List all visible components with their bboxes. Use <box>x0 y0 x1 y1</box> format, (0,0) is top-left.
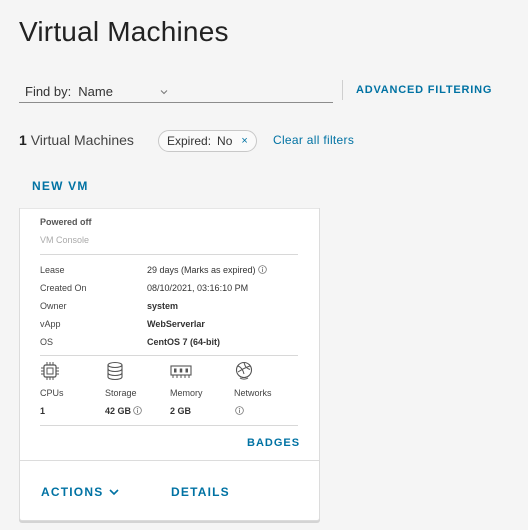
info-icon[interactable] <box>235 406 244 415</box>
lease-label: Lease <box>40 265 65 275</box>
resource-memory: Memory 2 GB <box>170 361 230 416</box>
os-value: CentOS 7 (64-bit) <box>147 337 221 347</box>
cpu-icon <box>41 362 59 380</box>
cpus-value: 1 <box>40 406 46 416</box>
memory-icon <box>170 365 192 378</box>
advanced-filtering-link[interactable]: ADVANCED FILTERING <box>356 84 492 96</box>
owner-value: system <box>147 301 179 311</box>
divider <box>40 355 298 356</box>
new-vm-button[interactable]: NEW VM <box>32 179 89 193</box>
resource-networks: Networks <box>234 361 294 416</box>
os-label: OS <box>40 337 54 347</box>
storage-label: Storage <box>105 388 137 398</box>
created-on-label: Created On <box>40 283 87 293</box>
clear-all-filters-link[interactable]: Clear all filters <box>273 133 354 147</box>
filter-chip-value: No <box>217 134 233 148</box>
owner-label: Owner <box>40 301 67 311</box>
close-icon[interactable]: × <box>241 135 247 147</box>
network-icon <box>235 361 253 380</box>
networks-value <box>234 406 294 416</box>
vm-count-label: Virtual Machines <box>30 132 134 148</box>
vm-count-number: 1 <box>19 132 27 148</box>
find-by-label: Find by: <box>25 83 72 99</box>
filter-chip-key: Expired: <box>167 134 212 148</box>
actions-label: ACTIONS <box>41 485 104 499</box>
find-by-select[interactable]: Find by: Name <box>19 80 333 103</box>
resource-cpus: CPUs 1 <box>40 361 100 416</box>
actions-dropdown[interactable]: ACTIONS <box>41 485 119 499</box>
vm-card[interactable]: Powered off VM Console Lease 29 days (Ma… <box>19 208 320 521</box>
networks-label: Networks <box>234 388 272 398</box>
chevron-down-icon <box>160 90 168 95</box>
page-title: Virtual Machines <box>19 16 229 47</box>
vm-console-link[interactable]: VM Console <box>40 235 89 245</box>
cpus-label: CPUs <box>40 388 64 398</box>
vapp-value[interactable]: WebServerlar <box>147 319 205 329</box>
card-footer-divider <box>20 460 319 461</box>
divider <box>40 425 298 426</box>
divider <box>342 80 343 100</box>
divider <box>40 254 298 255</box>
created-on-value: 08/10/2021, 03:16:10 PM <box>147 283 249 293</box>
info-icon[interactable] <box>257 265 267 274</box>
info-icon[interactable] <box>133 406 142 415</box>
filter-chip-expired: Expired: No × <box>158 130 257 152</box>
memory-label: Memory <box>170 388 203 398</box>
memory-value: 2 GB <box>170 406 192 416</box>
resource-storage: Storage 42 GB <box>105 361 165 416</box>
vapp-label: vApp <box>40 319 61 329</box>
chevron-down-icon <box>109 489 119 496</box>
find-by-value: Name <box>78 83 113 99</box>
lease-value-text: 29 days (Marks as expired) <box>147 265 256 275</box>
vm-power-state: Powered off <box>40 217 92 227</box>
badges-button[interactable]: BADGES <box>247 437 300 449</box>
storage-icon <box>107 361 123 381</box>
storage-value-text: 42 GB <box>105 406 132 416</box>
vm-count: 1 Virtual Machines <box>19 132 134 148</box>
lease-value: 29 days (Marks as expired) <box>147 265 267 275</box>
details-button[interactable]: DETAILS <box>171 485 230 499</box>
storage-value: 42 GB <box>105 406 165 416</box>
card-top-border <box>20 208 319 209</box>
